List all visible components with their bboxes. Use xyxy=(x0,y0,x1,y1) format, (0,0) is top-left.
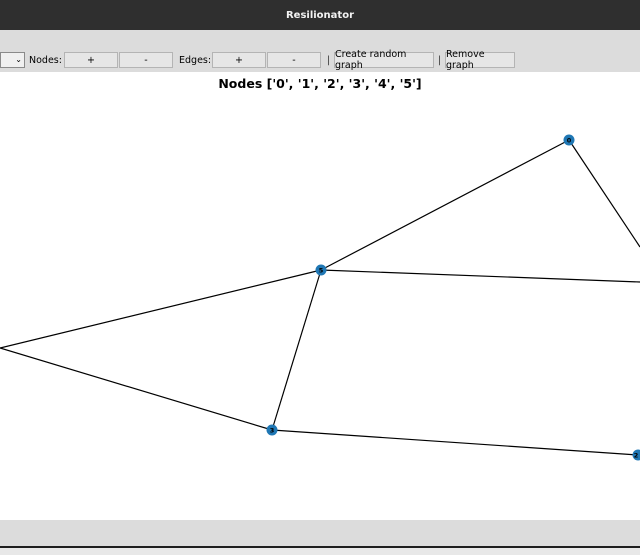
node-3[interactable]: 3 xyxy=(266,424,278,436)
toolbar: ⌄ Nodes: + - Edges: + - | Create random … xyxy=(0,49,640,71)
status-bar xyxy=(0,520,640,546)
window-bottom xyxy=(0,548,640,555)
menu-bar xyxy=(0,30,640,48)
graph-edge xyxy=(0,347,273,431)
graph-edge xyxy=(0,269,322,349)
node-label: 3 xyxy=(270,427,275,435)
graph-edge xyxy=(271,429,639,456)
edges xyxy=(0,139,640,456)
remove-node-button[interactable]: - xyxy=(119,52,173,68)
add-edge-button[interactable]: + xyxy=(212,52,266,68)
remove-graph-button[interactable]: Remove graph xyxy=(445,49,515,71)
nodes-label: Nodes: xyxy=(29,54,62,66)
node-label: 5 xyxy=(319,267,324,275)
node-5[interactable]: 5 xyxy=(315,264,327,276)
node-label: 0 xyxy=(567,137,572,145)
node-2[interactable]: 2 xyxy=(632,449,640,461)
window-title: Resilionator xyxy=(285,9,355,21)
chevron-down-icon: ⌄ xyxy=(15,55,22,64)
graph-canvas[interactable]: Nodes ['0', '1', '2', '3', '4', '5'] 0 5… xyxy=(0,72,640,520)
node-0[interactable]: 0 xyxy=(563,134,575,146)
remove-edge-button[interactable]: - xyxy=(267,52,321,68)
graph-edge xyxy=(271,269,322,431)
add-node-button[interactable]: + xyxy=(64,52,118,68)
layout-combo[interactable]: ⌄ xyxy=(0,52,25,68)
graph-edge xyxy=(320,139,570,271)
graph-edge xyxy=(568,139,640,248)
graph-edge xyxy=(320,269,640,283)
toolbar-separator: | xyxy=(438,54,442,66)
node-label: 2 xyxy=(634,452,639,460)
edges-label: Edges: xyxy=(179,54,212,66)
create-random-graph-button[interactable]: Create random graph xyxy=(334,49,434,71)
toolbar-separator: | xyxy=(327,54,331,66)
window-titlebar: Resilionator xyxy=(0,0,640,30)
graph-plot[interactable]: 0 5 3 2 xyxy=(0,72,640,520)
